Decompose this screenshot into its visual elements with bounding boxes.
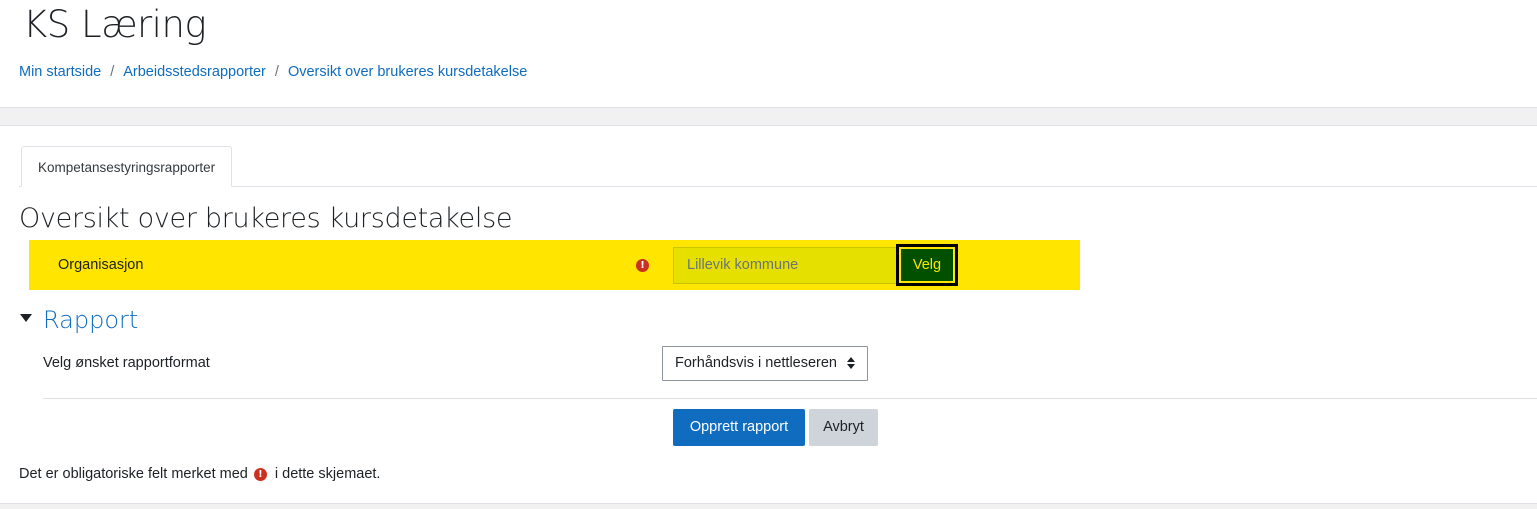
create-report-button[interactable]: Opprett rapport [673, 409, 805, 446]
organization-input[interactable]: Lillevik kommune [673, 247, 899, 284]
select-button-label: Velg [901, 249, 953, 281]
required-icon: ! [636, 259, 649, 272]
tab-competence-reports[interactable]: Kompetansestyringsrapporter [21, 146, 233, 187]
breadcrumb-item-current[interactable]: Oversikt over brukeres kursdetakelse [288, 64, 527, 80]
footer-band [0, 503, 1537, 509]
section-divider [43, 398, 1537, 399]
required-fields-note: Det er obligatoriske felt merket med ! i… [19, 466, 380, 482]
tab-bar: Kompetansestyringsrapporter [19, 146, 1537, 187]
select-arrows-icon [847, 357, 855, 370]
collapse-chevron-icon[interactable] [20, 314, 32, 322]
breadcrumb-item-home[interactable]: Min startside [19, 64, 101, 80]
report-format-label: Velg ønsket rapportformat [43, 355, 210, 371]
cancel-button[interactable]: Avbryt [809, 409, 878, 446]
page-title: Oversikt over brukeres kursdetakelse [19, 203, 513, 234]
required-icon: ! [253, 467, 267, 481]
breadcrumb-separator: / [110, 64, 115, 80]
header-band [0, 108, 1537, 126]
organization-field-row: Organisasjon ! Lillevik kommune Velg [29, 240, 1080, 290]
footnote-text-after: i dette skjemaet. [274, 466, 381, 482]
select-organization-button[interactable]: Velg [896, 244, 958, 286]
breadcrumb: Min startside / Arbeidsstedsrapporter / … [19, 64, 527, 80]
site-title: KS Læring [23, 3, 207, 46]
report-format-selected: Forhåndsvis i nettleseren [675, 355, 837, 371]
footnote-text-before: Det er obligatoriske felt merket med [19, 466, 248, 482]
organization-label: Organisasjon [58, 257, 144, 273]
page-header: KS Læring Min startside / Arbeidsstedsra… [0, 0, 1537, 108]
rapport-section-title[interactable]: Rapport [43, 306, 138, 334]
report-format-select[interactable]: Forhåndsvis i nettleseren [662, 346, 868, 381]
breadcrumb-item-workplace-reports[interactable]: Arbeidsstedsrapporter [123, 64, 266, 80]
breadcrumb-separator: / [274, 64, 279, 80]
